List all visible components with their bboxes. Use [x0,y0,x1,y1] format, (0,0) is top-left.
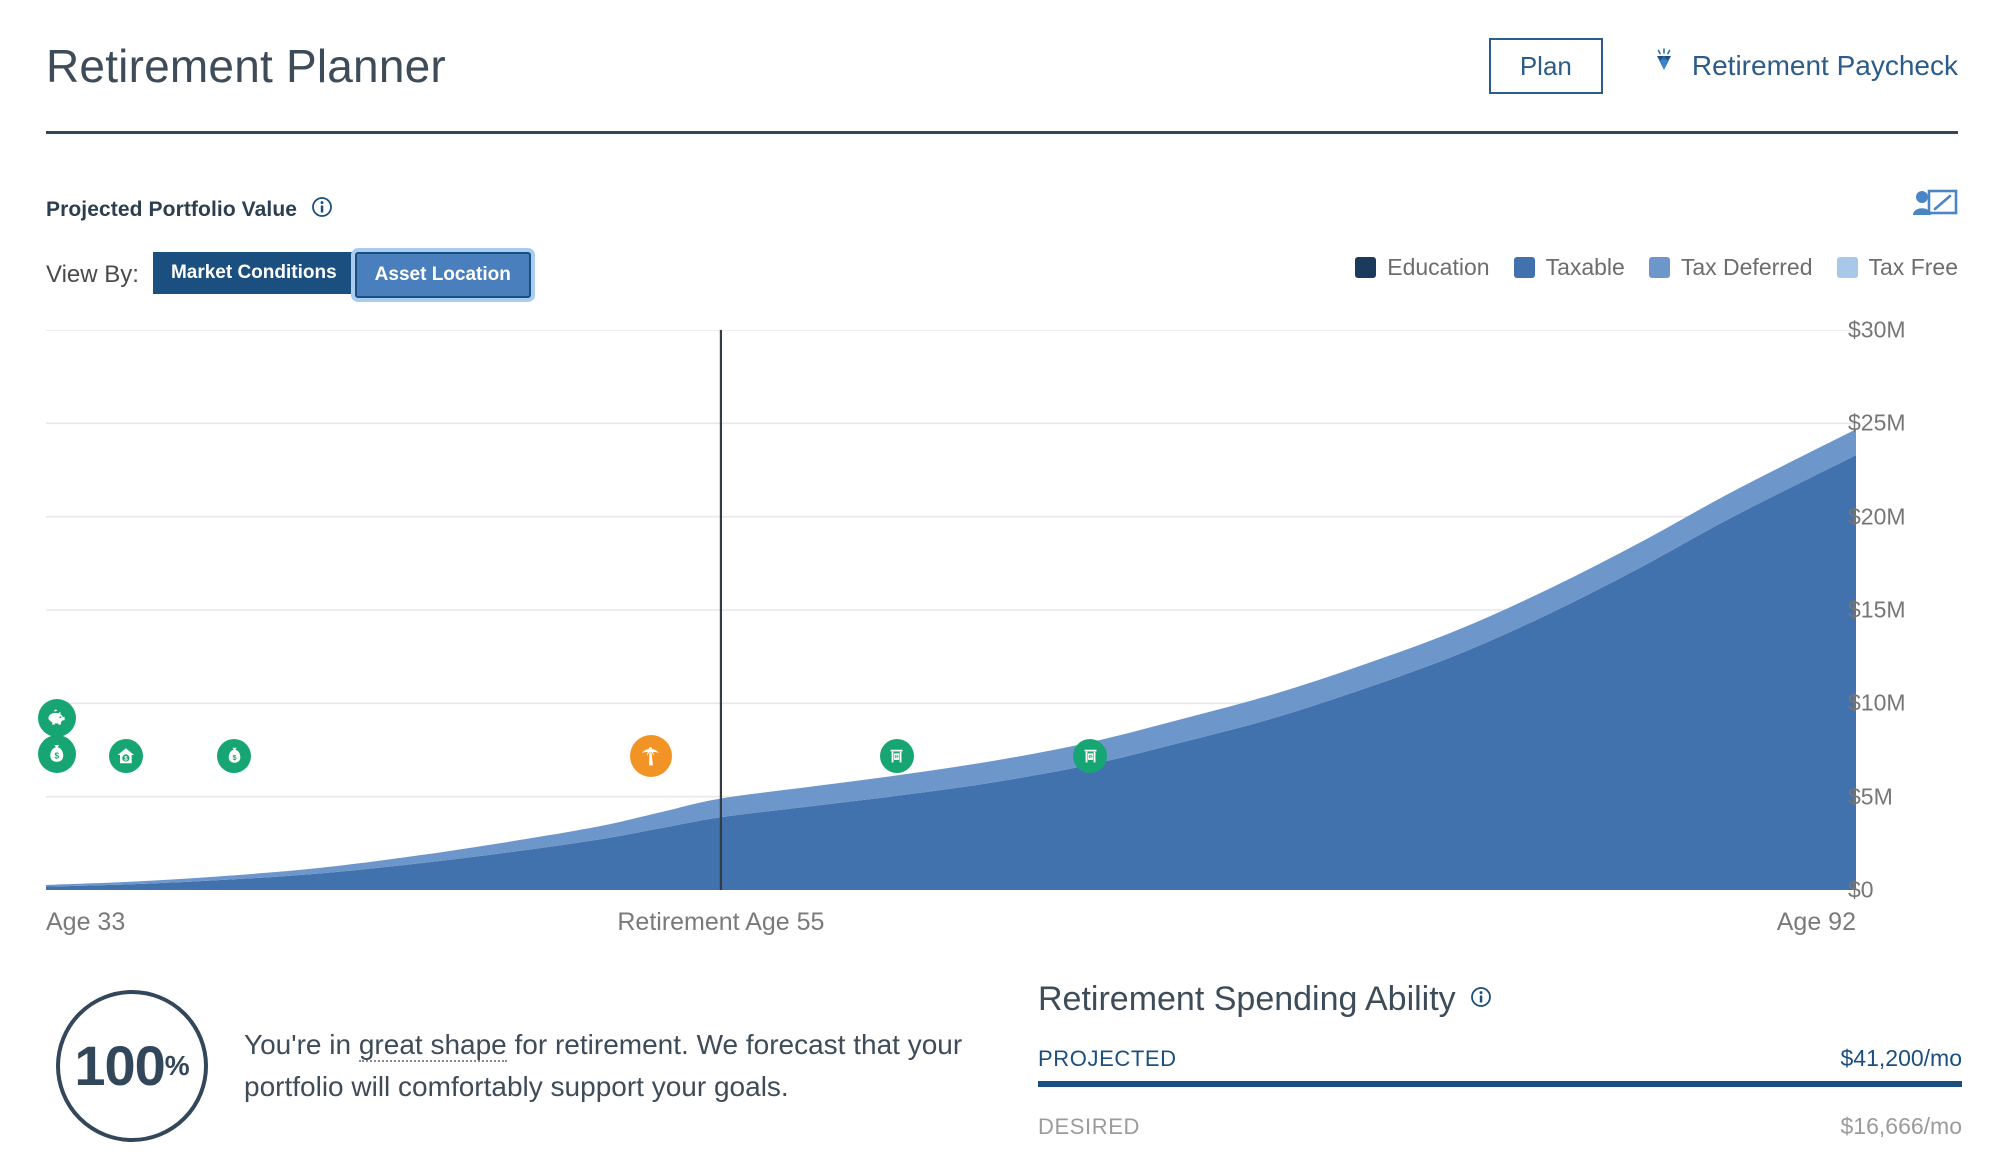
gem-icon [1649,47,1679,84]
y-axis-tick: $15M [1848,596,1906,623]
spending-title-row: Retirement Spending Ability [1038,980,1962,1019]
milestone-home-value[interactable]: $ [108,739,143,773]
piggy-bank-icon [38,699,76,737]
milestone-money-bag-2[interactable]: $ [217,739,252,773]
score-text-highlight[interactable]: great shape [358,1029,507,1062]
legend-item-education[interactable]: Education [1355,254,1490,281]
toggle-market-conditions[interactable]: Market Conditions [152,252,355,294]
page-title: Retirement Planner [46,39,446,92]
milestone-retirement[interactable] [629,735,672,777]
legend-swatch-tax-free [1836,257,1858,278]
milestone-money-bag-1[interactable]: $ [37,735,76,773]
chart-panel-header: Projected Portfolio Value [46,196,1958,223]
bill-doorway-icon: $ [1073,739,1107,773]
chart-plot-area [46,330,1856,890]
info-icon[interactable] [311,196,333,223]
spending-key-desired: DESIRED [1038,1114,1140,1139]
score-unit: % [164,1050,190,1081]
retirement-spending-section: Retirement Spending Ability PROJECTED $4… [1038,980,1962,1155]
spending-line-desired: DESIRED $16,666/mo [1038,1113,1962,1140]
spending-title: Retirement Spending Ability [1038,980,1456,1018]
x-axis-labels: Age 33 Retirement Age 55 Age 92 [46,908,1958,948]
y-axis-tick: $10M [1848,689,1906,716]
bill-doorway-icon: $ [880,739,914,773]
spending-row-projected: PROJECTED $41,200/mo [1038,1045,1962,1087]
legend-item-tax-deferred[interactable]: Tax Deferred [1648,254,1813,281]
y-axis-tick: $5M [1848,783,1893,810]
x-axis-label-start: Age 33 [46,908,126,936]
milestone-piggy-bank[interactable] [37,699,76,737]
legend-label-tax-deferred: Tax Deferred [1680,254,1813,280]
legend-label-taxable: Taxable [1545,254,1625,280]
y-axis-tick: $20M [1848,503,1906,530]
y-axis-tick: $30M [1848,316,1906,343]
header-actions: Plan Retirement Paycheck [1488,37,1958,94]
spending-row-desired: DESIRED $16,666/mo [1038,1113,1962,1155]
score-text-before: You're in [244,1029,359,1060]
milestone-benefit-1[interactable]: $ [879,739,914,773]
chart-legend: Education Taxable Tax Deferred Tax Free [1355,254,1958,281]
svg-text:$: $ [55,752,60,761]
legend-label-education: Education [1387,254,1490,280]
chart-title: Projected Portfolio Value [46,197,298,221]
y-axis-tick: $0 [1848,876,1874,903]
legend-swatch-tax-deferred [1648,257,1670,278]
money-bag-icon: $ [217,739,251,773]
palm-tree-icon [630,735,672,777]
projected-portfolio-chart[interactable]: $ $ $ $ $ [37,330,1958,900]
legend-label-tax-free: Tax Free [1868,254,1958,280]
svg-text:$: $ [232,753,236,762]
spending-value-projected: $41,200/mo [1840,1045,1962,1071]
spending-bar-projected [1038,1081,1962,1087]
legend-swatch-education [1355,257,1377,278]
retirement-paycheck-link[interactable]: Retirement Paycheck [1649,47,1958,84]
spending-value-desired: $16,666/mo [1840,1113,1962,1139]
view-by-segmented-control: Market Conditions Asset Location [152,252,531,298]
milestone-benefit-2[interactable]: $ [1073,739,1108,773]
spending-info-icon[interactable] [1470,986,1492,1013]
y-axis-tick: $25M [1848,409,1906,436]
y-axis-labels: $0 $5M $10M $15M $20M $25M $30M [1848,317,1968,903]
page-header: Retirement Planner Plan Retirement Paych… [46,0,1958,134]
retirement-planner-page: Retirement Planner Plan Retirement Paych… [0,0,2004,1168]
spending-key-projected: PROJECTED [1038,1046,1177,1071]
legend-swatch-taxable [1513,257,1535,278]
toggle-asset-location[interactable]: Asset Location [354,252,531,298]
x-axis-label-end: Age 92 [1776,908,1856,936]
score-circle: 100% [56,990,208,1142]
view-by-label: View By: [46,261,139,288]
spending-line-projected: PROJECTED $41,200/mo [1038,1045,1962,1072]
house-dollar-icon: $ [109,739,143,773]
retirement-paycheck-label: Retirement Paycheck [1691,49,1958,81]
retirement-score-section: 100% You're in great shape for retiremen… [56,990,996,1142]
chart-title-row: Projected Portfolio Value [46,196,1958,223]
legend-item-tax-free[interactable]: Tax Free [1836,254,1958,281]
score-description: You're in great shape for retirement. We… [244,1024,964,1108]
score-value: 100 [74,1034,165,1097]
plan-button[interactable]: Plan [1488,37,1603,94]
legend-item-taxable[interactable]: Taxable [1513,254,1625,281]
chart-svg [46,330,1856,890]
x-axis-label-retirement: Retirement Age 55 [617,908,825,936]
money-bag-icon: $ [38,735,76,773]
